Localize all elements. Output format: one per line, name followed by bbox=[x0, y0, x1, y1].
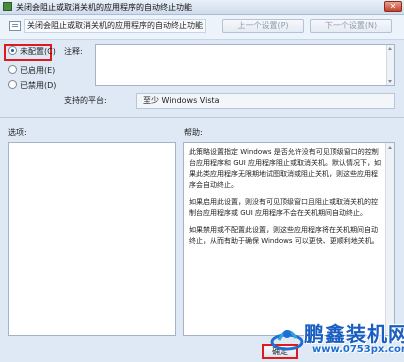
radio-disabled[interactable]: 已禁用(D) bbox=[8, 80, 56, 92]
next-setting-button[interactable]: 下一个设置(N) bbox=[310, 19, 392, 33]
radio-dot-icon bbox=[8, 65, 17, 74]
help-paragraph: 此策略设置指定 Windows 是否允许没有可见顶级窗口的控制台应用程序和 GU… bbox=[189, 148, 382, 189]
watermark-brand: 鹏鑫装机网 bbox=[304, 322, 404, 346]
previous-setting-button[interactable]: 上一个设置(P) bbox=[222, 19, 304, 33]
radio-label: 已禁用(D) bbox=[20, 81, 57, 90]
options-label: 选项: bbox=[8, 128, 27, 137]
platform-label: 支持的平台: bbox=[64, 96, 107, 105]
comment-scrollbar[interactable] bbox=[386, 45, 394, 85]
comment-textarea[interactable] bbox=[95, 44, 395, 86]
watermark-logo-icon bbox=[270, 330, 304, 351]
radio-not-configured[interactable]: 未配置(C) bbox=[8, 46, 56, 58]
radio-dot-icon bbox=[8, 80, 17, 89]
policy-title-field: 关闭会阻止或取消关机的应用程序的自动终止功能 bbox=[24, 19, 206, 33]
header-bar: 关闭会阻止或取消关机的应用程序的自动终止功能 上一个设置(P) 下一个设置(N) bbox=[0, 15, 404, 40]
title-bar: 关闭会阻止或取消关机的应用程序的自动终止功能 ✕ bbox=[0, 0, 404, 15]
radio-label: 已启用(E) bbox=[20, 66, 56, 75]
window-title: 关闭会阻止或取消关机的应用程序的自动终止功能 bbox=[16, 3, 192, 12]
close-button[interactable]: ✕ bbox=[384, 1, 402, 12]
radio-label: 未配置(C) bbox=[20, 47, 56, 56]
options-pane bbox=[8, 142, 176, 336]
help-pane: 此策略设置指定 Windows 是否允许没有可见顶级窗口的控制台应用程序和 GU… bbox=[183, 142, 395, 336]
comment-label: 注释: bbox=[64, 47, 83, 56]
radio-enabled[interactable]: 已启用(E) bbox=[8, 65, 55, 77]
help-paragraph: 如果启用此设置，则没有可见顶级窗口且阻止或取消关机的控制台应用程序或 GUI 应… bbox=[189, 198, 378, 217]
section-divider bbox=[0, 117, 404, 118]
help-label: 帮助: bbox=[184, 128, 203, 137]
platform-value: 至少 Windows Vista bbox=[136, 93, 395, 109]
help-scrollbar[interactable] bbox=[385, 143, 394, 335]
setting-icon bbox=[9, 21, 21, 31]
help-paragraph: 如果禁用或不配置此设置，则这些应用程序将在关机期间自动终止，从而有助于确保 Wi… bbox=[189, 226, 379, 245]
radio-dot-icon bbox=[8, 46, 17, 55]
watermark-url: www.0753px.com bbox=[312, 344, 404, 355]
policy-icon bbox=[3, 2, 12, 11]
